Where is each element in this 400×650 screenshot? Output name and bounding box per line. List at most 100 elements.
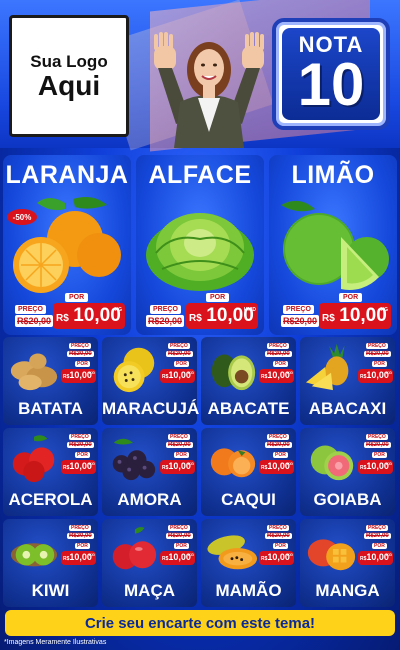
old-price: R$20,00	[67, 533, 94, 539]
logo-line-1: Sua Logo	[30, 52, 108, 71]
old-price: R$20,00	[67, 351, 94, 357]
old-price: R$20,00	[364, 351, 391, 357]
product-card-maça[interactable]: PREÇO R$20,00 POR R$10,00 KG MAÇA	[102, 519, 197, 607]
lettuce-icon	[146, 213, 254, 291]
cta-banner[interactable]: Crie seu encarte com este tema!	[5, 610, 395, 636]
price-tag: R$10,00 KG	[358, 369, 393, 383]
price-unit: KG	[386, 461, 392, 466]
product-name: MANGA	[315, 581, 380, 600]
persimmon-icon	[210, 448, 256, 478]
apple-icon	[112, 527, 157, 570]
featured-title: LARANJA	[5, 161, 129, 189]
price-unit: KG	[89, 461, 95, 466]
old-price: R$20,00	[166, 351, 193, 357]
price-tag: R$10,00 KG	[259, 369, 294, 383]
price-unit: KG	[380, 307, 389, 313]
product-name: AMORA	[117, 490, 182, 509]
por-label: POR	[273, 452, 288, 458]
old-price: R$20,00	[166, 533, 193, 539]
por-label: POR	[206, 293, 230, 302]
product-card-abacate[interactable]: PREÇO R$20,00 POR R$10,00 KG ABACATE	[201, 337, 296, 425]
old-price: R$20,00	[364, 442, 391, 448]
price-unit: KG	[89, 552, 95, 557]
price-tag: R$10,00 KG	[259, 460, 294, 474]
preco-label: PREÇO	[69, 525, 91, 531]
price-tag: R$10,00 KG	[160, 551, 195, 565]
product-card-batata[interactable]: PREÇO R$20,00 POR R$10,00 KG BATATA	[3, 337, 98, 425]
preco-label: PREÇO	[69, 343, 91, 349]
blackberry-icon	[112, 438, 156, 481]
product-card-maracujá[interactable]: PREÇO R$20,00 POR R$10,00 KG MARACUJÁ	[102, 337, 200, 425]
preco-label: PREÇO	[15, 305, 46, 314]
product-card-amora[interactable]: PREÇO R$20,00 POR R$10,00 KG AMORA	[102, 428, 197, 516]
por-label: POR	[174, 543, 189, 549]
featured-card-limao[interactable]: LIMÃO POR PREÇO R$20,00 R$ 10,00 KG	[269, 155, 397, 335]
price-unit: KG	[114, 307, 123, 313]
old-price: R$20,00	[265, 351, 292, 357]
flyer: { "logo":{"line1":"Sua Logo","line2":"Aq…	[0, 0, 400, 650]
avocado-icon	[211, 354, 256, 391]
por-label: POR	[273, 361, 288, 367]
price-unit: UNID	[243, 307, 256, 313]
por-label: POR	[273, 543, 288, 549]
price-tag: R$10,00 KG	[259, 551, 294, 565]
por-label: POR	[75, 452, 90, 458]
guava-icon	[310, 445, 354, 481]
product-card-abacaxi[interactable]: PREÇO R$20,00 POR R$10,00 KG ABACAXI	[300, 337, 395, 425]
product-name: ABACAXI	[308, 399, 387, 418]
por-label: POR	[75, 543, 90, 549]
por-label: POR	[75, 361, 90, 367]
product-card-goiaba[interactable]: PREÇO R$20,00 POR R$10,00 KG GOIABA	[300, 428, 395, 516]
product-card-kiwi[interactable]: PREÇO R$20,00 POR R$10,00 KG KIWI	[3, 519, 98, 607]
currency: R$	[322, 313, 335, 324]
badge-10-text: 10	[297, 51, 365, 118]
preco-label: PREÇO	[150, 305, 181, 314]
potato-icon	[10, 353, 58, 391]
product-card-caqui[interactable]: PREÇO R$20,00 POR R$10,00 KG CAQUI	[201, 428, 296, 516]
product-card-mamão[interactable]: PREÇO R$20,00 POR R$10,00 KG MAMÃO	[201, 519, 296, 607]
product-card-acerola[interactable]: PREÇO R$20,00 POR R$10,00 KG ACEROLA	[3, 428, 98, 516]
product-name: MAMÃO	[215, 581, 282, 600]
price-unit: KG	[188, 370, 194, 375]
preco-label: PREÇO	[283, 305, 314, 314]
product-name: KIWI	[31, 581, 70, 600]
price-tag: R$10,00 KG	[61, 369, 96, 383]
footnote: *Imagens Meramente Ilustrativas	[4, 639, 107, 646]
por-label: POR	[372, 543, 387, 549]
por-label: POR	[174, 452, 189, 458]
preco-label: PREÇO	[366, 434, 388, 440]
product-name: ABACATE	[207, 399, 290, 418]
price-unit: KG	[287, 370, 293, 375]
discount-badge: -50%	[7, 209, 37, 225]
preco-label: PREÇO	[366, 343, 388, 349]
price-unit: KG	[287, 552, 293, 557]
product-card-manga[interactable]: PREÇO R$20,00 POR R$10,00 KG MANGA	[300, 519, 395, 607]
price-unit: KG	[188, 461, 194, 466]
currency: R$	[56, 313, 69, 324]
logo-line-2: Aqui	[37, 70, 101, 101]
por-label: POR	[65, 293, 89, 302]
por-label: POR	[372, 452, 387, 458]
old-price: R$20,00	[15, 315, 54, 327]
por-label: POR	[372, 361, 387, 367]
featured-card-laranja[interactable]: LARANJA -50% POR PREÇO R$20,00 R$ 10,00 …	[3, 155, 131, 335]
preco-label: PREÇO	[69, 434, 91, 440]
old-price: R$20,00	[265, 533, 292, 539]
preco-label: PREÇO	[267, 525, 289, 531]
old-price: R$20,00	[265, 442, 292, 448]
featured-title: LIMÃO	[291, 161, 375, 189]
price-unit: KG	[386, 552, 392, 557]
papaya-icon	[207, 535, 258, 570]
old-price: R$20,00	[364, 533, 391, 539]
price-tag: R$10,00 KG	[160, 369, 195, 383]
price-tag: R$10,00 KG	[61, 551, 96, 565]
product-name: MARACUJÁ	[102, 399, 200, 418]
logo-placeholder[interactable]: Sua Logo Aqui	[9, 15, 129, 137]
price-tag: R$10,00 KG	[160, 460, 195, 474]
featured-title: ALFACE	[148, 161, 252, 189]
preco-label: PREÇO	[168, 343, 190, 349]
pineapple-icon	[305, 343, 349, 391]
por-label: POR	[339, 293, 363, 302]
featured-card-alface[interactable]: ALFACE POR PREÇO R$20,00 R$ 10,00 UNID	[136, 155, 264, 335]
preco-label: PREÇO	[267, 343, 289, 349]
